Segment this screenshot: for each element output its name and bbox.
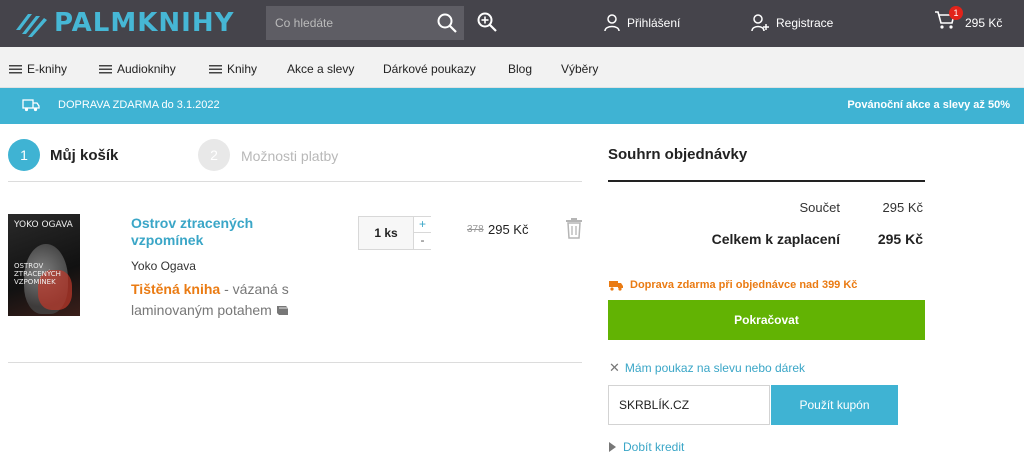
cart-count-badge: 1 <box>949 6 963 20</box>
divider <box>8 362 582 363</box>
menu-icon <box>9 64 22 74</box>
voucher-link-label: Mám poukaz na slevu nebo dárek <box>624 361 806 375</box>
apply-coupon-button[interactable]: Použít kupón <box>771 385 898 425</box>
search-input[interactable] <box>266 6 426 40</box>
order-summary-title: Souhrn objednávky <box>608 146 748 163</box>
product-author: Yoko Ogava <box>131 259 196 273</box>
nav-item-selections[interactable]: Výběry <box>561 62 598 76</box>
book-cover[interactable]: YOKO OGAVA OSTROV ZTRACENÝCH VZPOMÍNEK <box>8 214 80 316</box>
cover-author: YOKO OGAVA <box>14 220 73 230</box>
quantity-decrease-button[interactable]: - <box>413 233 431 249</box>
free-shipping-promo: DOPRAVA ZDARMA do 3.1.2022 <box>58 99 220 111</box>
logo-text: PALMKNIHY <box>54 8 235 38</box>
step-2-circle: 2 <box>198 139 230 171</box>
zoom-in-icon[interactable] <box>476 11 498 33</box>
top-up-credit-link[interactable]: Dobít kredit <box>609 440 684 454</box>
shipping-note: Doprava zdarma při objednávce nad 399 Kč <box>609 279 857 291</box>
close-icon: ✕ <box>609 360 620 375</box>
register-label: Registrace <box>776 16 834 30</box>
truck-icon <box>609 280 623 291</box>
cart-button[interactable]: 1 <box>934 6 963 35</box>
user-add-icon <box>751 14 769 32</box>
nav-item-ebooks[interactable]: E-knihy <box>9 62 67 76</box>
total-value: 295 Kč <box>877 231 923 247</box>
truck-icon <box>22 99 40 112</box>
step-1-circle: 1 <box>8 139 40 171</box>
nav-item-gift-vouchers[interactable]: Dárkové poukazy <box>383 62 476 76</box>
nav-item-audiobooks[interactable]: Audioknihy <box>99 62 176 76</box>
logo-icon <box>16 14 47 37</box>
top-bar: PALMKNIHY Přihlášení Registrace <box>0 0 1024 47</box>
quantity-stepper: 1 ks + - <box>358 216 431 250</box>
quantity-increase-button[interactable]: + <box>413 217 431 233</box>
triangle-right-icon <box>609 442 616 452</box>
product-format-type: Tištěná kniha <box>131 281 221 297</box>
sale-promo-link[interactable]: Povánoční akce a slevy až 50% <box>847 99 1010 111</box>
divider <box>608 180 925 182</box>
trash-icon[interactable] <box>565 218 583 239</box>
step-1-label: Můj košík <box>50 147 119 164</box>
main-nav: E-knihy Audioknihy Knihy Akce a slevy Dá… <box>0 47 1024 88</box>
nav-label: E-knihy <box>27 62 68 76</box>
user-icon <box>604 14 620 32</box>
menu-icon <box>209 64 222 74</box>
login-link[interactable]: Přihlášení <box>604 14 680 32</box>
total-label: Celkem k zaplacení <box>711 231 840 247</box>
subtotal-value: 295 Kč <box>882 200 923 215</box>
subtotal-label: Součet <box>799 200 840 215</box>
nav-item-blog[interactable]: Blog <box>508 62 532 76</box>
nav-item-deals[interactable]: Akce a slevy <box>287 62 354 76</box>
voucher-toggle-link[interactable]: ✕ Mám poukaz na slevu nebo dárek <box>609 360 805 376</box>
book-icon <box>276 306 288 315</box>
menu-icon <box>99 64 112 74</box>
search-box <box>266 6 464 40</box>
search-icon[interactable] <box>436 12 458 34</box>
nav-item-books[interactable]: Knihy <box>209 62 257 76</box>
nav-label: Knihy <box>227 62 258 76</box>
credit-link-label: Dobít kredit <box>623 440 685 454</box>
product-title-link[interactable]: Ostrov ztracených vzpomínek <box>131 215 291 249</box>
original-price: 378 <box>467 224 484 235</box>
quantity-value[interactable]: 1 ks <box>359 217 413 249</box>
nav-label: Blog <box>508 62 533 76</box>
item-price: 295 Kč <box>488 222 529 237</box>
cart-total[interactable]: 295 Kč <box>965 16 1002 30</box>
product-format: Tištěná kniha - vázaná s laminovaným pot… <box>131 279 311 321</box>
nav-label: Dárkové poukazy <box>383 62 476 76</box>
divider <box>8 181 582 182</box>
step-2-label: Možnosti platby <box>241 148 339 164</box>
promo-strip: DOPRAVA ZDARMA do 3.1.2022 Povánoční akc… <box>0 88 1024 124</box>
continue-button[interactable]: Pokračovat <box>608 300 925 340</box>
logo[interactable]: PALMKNIHY <box>14 8 234 38</box>
register-link[interactable]: Registrace <box>751 14 833 32</box>
nav-label: Akce a slevy <box>287 62 355 76</box>
cover-title: OSTROV ZTRACENÝCH VZPOMÍNEK <box>14 262 61 286</box>
login-label: Přihlášení <box>627 16 681 30</box>
shipping-note-text: Doprava zdarma při objednávce nad 399 Kč <box>630 279 858 291</box>
nav-label: Výběry <box>561 62 599 76</box>
coupon-input[interactable] <box>608 385 770 425</box>
nav-label: Audioknihy <box>117 62 176 76</box>
